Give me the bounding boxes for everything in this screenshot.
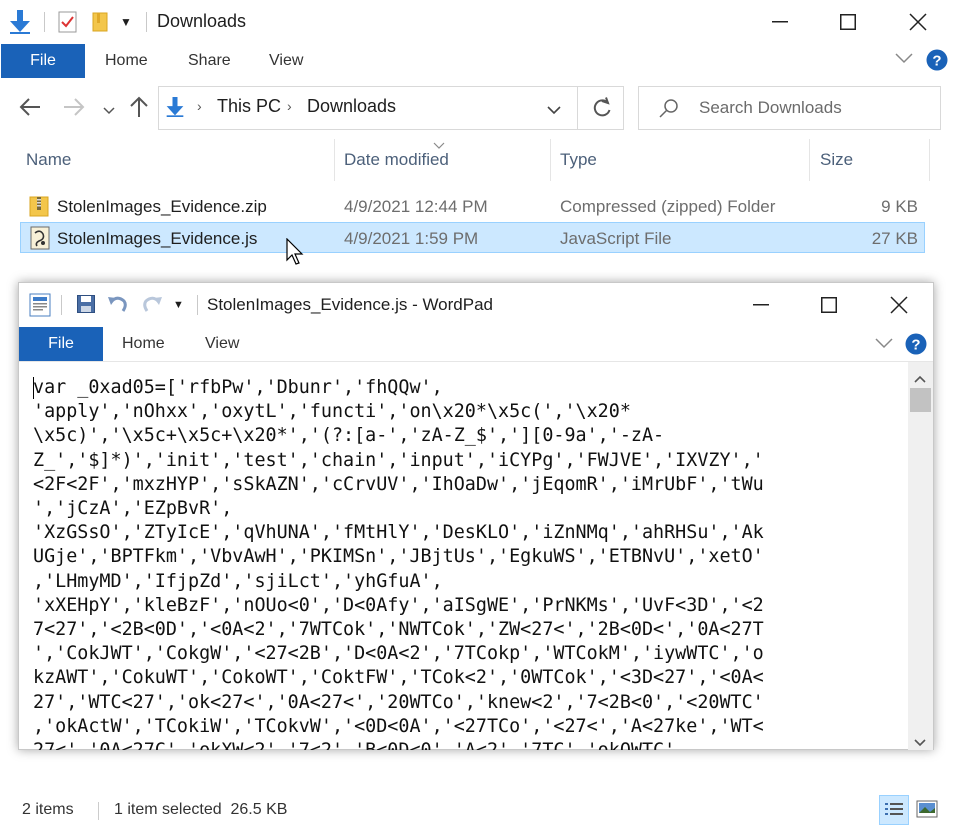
wordpad-window-title: StolenImages_Evidence.js - WordPad [207, 295, 494, 314]
search-placeholder: Search Downloads [699, 98, 842, 117]
file-size: 27 KB [871, 229, 918, 248]
tab-home[interactable]: Home [122, 327, 165, 361]
address-history-chevron-icon[interactable] [547, 103, 561, 121]
status-divider [98, 802, 99, 820]
column-header-date-modified[interactable]: Date modified [344, 139, 449, 181]
status-selection: 1 item selected 26.5 KB [114, 801, 288, 818]
file-date: 4/9/2021 12:44 PM [344, 197, 488, 216]
close-button[interactable] [884, 0, 952, 44]
explorer-title-bar: ▼ Downloads [0, 0, 953, 44]
mouse-cursor-icon [286, 237, 304, 271]
wordpad-ribbon: File Home View ? [19, 327, 933, 362]
tab-view[interactable]: View [269, 44, 303, 78]
vertical-scrollbar[interactable] [908, 362, 933, 750]
customize-quick-access-chevron-icon[interactable]: ▼ [120, 15, 132, 29]
scroll-down-arrow-icon[interactable] [914, 734, 926, 752]
explorer-ribbon: File Home Share View ? [0, 44, 953, 79]
tab-file[interactable]: File [19, 327, 103, 361]
window-title: Downloads [157, 11, 247, 31]
breadcrumb-chevron-icon[interactable]: › [197, 98, 202, 114]
tab-share[interactable]: Share [188, 44, 231, 78]
customize-quick-access-chevron-icon[interactable]: ▼ [173, 299, 184, 311]
column-header-name[interactable]: Name [26, 139, 71, 181]
document-area[interactable]: var _0xad05=['rfbPw','Dbunr','fhQQw', 'a… [19, 362, 907, 750]
file-size: 9 KB [881, 197, 918, 216]
column-divider[interactable] [929, 139, 930, 181]
toolbar-separator [61, 295, 62, 315]
document-text[interactable]: var _0xad05=['rfbPw','Dbunr','fhQQw', 'a… [33, 376, 764, 750]
text-caret [33, 377, 34, 399]
help-icon[interactable]: ? [926, 49, 948, 76]
maximize-button[interactable] [795, 283, 863, 327]
scroll-thumb[interactable] [910, 388, 931, 412]
file-row[interactable]: StolenImages_Evidence.js 4/9/2021 1:59 P… [20, 222, 925, 253]
file-name: StolenImages_Evidence.js [57, 229, 258, 248]
save-icon[interactable] [77, 295, 95, 318]
js-file-icon [29, 226, 51, 260]
status-item-count: 2 items [22, 801, 74, 818]
file-date: 4/9/2021 1:59 PM [344, 229, 479, 248]
breadcrumb-this-pc[interactable]: This PC [217, 96, 281, 117]
file-name: StolenImages_Evidence.zip [57, 197, 267, 216]
recent-locations-chevron-icon[interactable] [103, 102, 115, 120]
file-type: Compressed (zipped) Folder [560, 197, 776, 216]
svg-text:?: ? [911, 337, 920, 354]
svg-text:?: ? [932, 53, 941, 70]
address-bar[interactable]: › This PC › Downloads [158, 86, 624, 130]
help-icon[interactable]: ? [905, 333, 927, 360]
toolbar-separator [146, 12, 147, 32]
expand-ribbon-chevron-icon[interactable] [895, 51, 913, 70]
wordpad-app-icon[interactable] [29, 293, 51, 322]
tab-view[interactable]: View [205, 327, 239, 361]
redo-icon[interactable] [141, 293, 163, 320]
column-divider[interactable] [334, 139, 335, 181]
column-divider[interactable] [809, 139, 810, 181]
column-divider[interactable] [550, 139, 551, 181]
column-header-size[interactable]: Size [820, 139, 853, 181]
column-header-type[interactable]: Type [560, 139, 597, 181]
scroll-up-arrow-icon[interactable] [914, 370, 926, 388]
refresh-icon[interactable] [592, 97, 612, 124]
undo-icon[interactable] [107, 293, 129, 320]
expand-ribbon-chevron-icon[interactable] [875, 336, 893, 355]
up-arrow-icon[interactable] [130, 96, 148, 123]
file-type: JavaScript File [560, 229, 672, 248]
downloads-icon [165, 96, 185, 123]
file-row[interactable]: StolenImages_Evidence.zip 4/9/2021 12:44… [20, 191, 925, 222]
wordpad-window: ▼ StolenImages_Evidence.js - WordPad Fil… [18, 282, 934, 750]
search-icon [659, 98, 679, 123]
minimize-button[interactable] [746, 0, 814, 44]
toolbar-separator [44, 12, 45, 32]
forward-arrow-icon[interactable] [63, 97, 85, 122]
large-icons-view-button[interactable] [916, 800, 938, 825]
breadcrumb-chevron-icon[interactable]: › [287, 98, 292, 114]
search-box[interactable]: Search Downloads [638, 86, 941, 130]
properties-check-icon[interactable] [58, 11, 78, 38]
tab-file[interactable]: File [1, 44, 85, 78]
downloads-icon[interactable] [8, 9, 32, 40]
toolbar-separator [197, 295, 198, 315]
breadcrumb-downloads[interactable]: Downloads [307, 96, 396, 117]
tab-home[interactable]: Home [105, 44, 148, 78]
new-folder-icon[interactable] [90, 11, 110, 38]
back-arrow-icon[interactable] [19, 97, 41, 122]
maximize-button[interactable] [814, 0, 882, 44]
wordpad-title-bar: ▼ StolenImages_Evidence.js - WordPad [19, 283, 933, 327]
minimize-button[interactable] [727, 283, 795, 327]
close-button[interactable] [865, 283, 933, 327]
details-view-button[interactable] [879, 795, 909, 825]
status-bar: 2 items 1 item selected 26.5 KB [0, 790, 953, 828]
navigation-bar: › This PC › Downloads Search Downloads [0, 78, 953, 138]
address-divider [577, 87, 578, 129]
